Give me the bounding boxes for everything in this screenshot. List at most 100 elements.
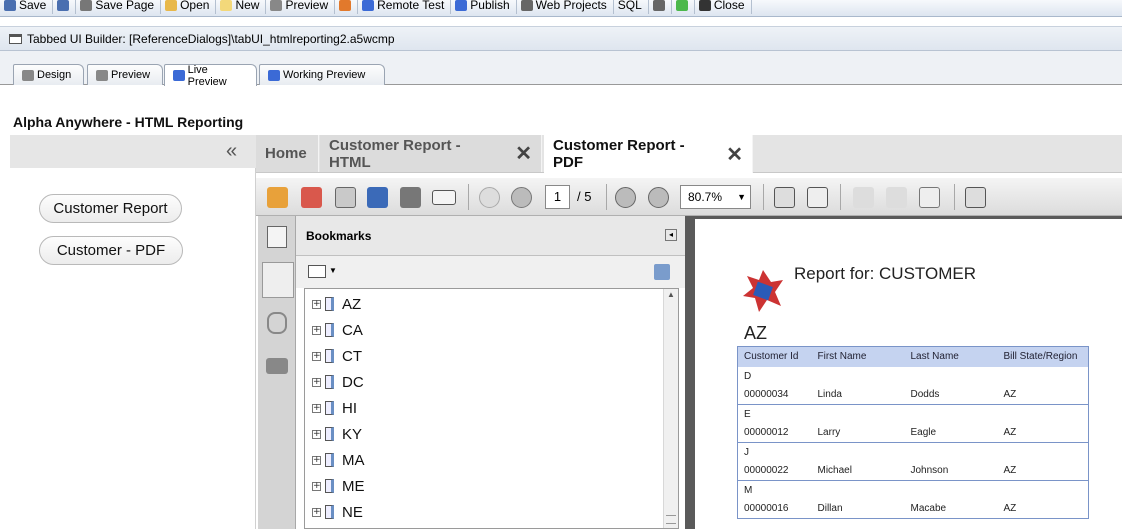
- bookmark-item[interactable]: + DC: [312, 370, 364, 394]
- bookmark-item[interactable]: + MA: [312, 448, 365, 472]
- previous-page-icon[interactable]: [479, 187, 500, 208]
- bookmark-icon: [325, 375, 334, 389]
- table-cell: Dodds: [904, 385, 998, 405]
- toolbar-item[interactable]: Open: [161, 0, 217, 14]
- group-letter: D: [744, 370, 752, 382]
- email-icon[interactable]: [432, 190, 456, 205]
- table-cell: Macabe: [904, 499, 998, 519]
- bookmark-icon: [325, 453, 334, 467]
- sign-icon[interactable]: [335, 187, 356, 208]
- tab-label: Customer Report - HTML: [329, 136, 461, 171]
- scroll-up-icon[interactable]: ▲: [667, 290, 675, 299]
- comment-icon[interactable]: [853, 187, 874, 208]
- customer-report-button[interactable]: Customer Report: [39, 194, 182, 223]
- tab-label: Customer Report - PDF: [553, 137, 685, 171]
- collapse-panel-button[interactable]: «: [226, 140, 237, 163]
- toolbar-item[interactable]: New: [216, 0, 267, 14]
- table-cell: Johnson: [904, 461, 998, 481]
- bookmark-item[interactable]: + NE: [312, 500, 363, 524]
- bookmark-item[interactable]: + AZ: [312, 292, 361, 316]
- toolbar-item[interactable]: Remote Test: [358, 0, 452, 14]
- attach-icon[interactable]: [886, 187, 907, 208]
- expand-icon[interactable]: +: [312, 325, 321, 335]
- toolbar-item[interactable]: Web Projects: [517, 0, 614, 14]
- tab-home[interactable]: Home: [256, 135, 319, 172]
- print-icon[interactable]: [400, 187, 421, 208]
- expand-icon[interactable]: +: [312, 377, 321, 387]
- bookmark-label: CA: [342, 321, 363, 339]
- toolbar-item-label: Open: [180, 0, 210, 12]
- table-cell: 00000016: [737, 499, 812, 519]
- tab-design[interactable]: Design: [13, 64, 84, 85]
- toolbar-item[interactable]: Save Page: [76, 0, 162, 14]
- page-total: / 5: [577, 189, 592, 204]
- bookmark-item[interactable]: + CT: [312, 344, 362, 368]
- group-row: D: [738, 367, 1089, 386]
- pages-icon[interactable]: [267, 226, 287, 248]
- time-icon[interactable]: [919, 187, 940, 208]
- scroll-grip-icon[interactable]: [666, 515, 676, 524]
- expand-icon[interactable]: +: [312, 429, 321, 439]
- zoom-in-icon[interactable]: [648, 187, 669, 208]
- table-body: D 00000034 Linda Dodds AZ E 00000012 Larry Eagle…: [737, 367, 1089, 519]
- bookmark-item[interactable]: + CA: [312, 318, 363, 342]
- expand-icon[interactable]: +: [312, 455, 321, 465]
- close-tab-icon[interactable]: ✕: [726, 142, 743, 167]
- tab-customer-report-pdf[interactable]: Customer Report - PDF ✕: [544, 135, 753, 173]
- bookmark-label: DC: [342, 373, 364, 391]
- next-page-icon[interactable]: [511, 187, 532, 208]
- toolbar-item[interactable]: [53, 0, 77, 14]
- page-number-input[interactable]: 1: [545, 185, 570, 209]
- expand-icon[interactable]: +: [312, 351, 321, 361]
- font-icon: [652, 0, 665, 11]
- expand-icon[interactable]: +: [312, 299, 321, 309]
- toolbar-item[interactable]: Close: [695, 0, 752, 14]
- toolbar-item[interactable]: Preview: [266, 0, 336, 14]
- bookmark-item[interactable]: + KY: [312, 422, 362, 446]
- bookmark-icon: [325, 401, 334, 415]
- tab-live-preview[interactable]: Live Preview: [164, 64, 257, 88]
- tab-working-preview[interactable]: Working Preview: [259, 64, 385, 85]
- bookmark-item[interactable]: + ME: [312, 474, 365, 498]
- bookmark-label: AZ: [342, 295, 362, 313]
- toolbar-item[interactable]: [335, 0, 359, 14]
- table-cell: 00000034: [737, 385, 812, 405]
- export-pdf-icon[interactable]: [301, 187, 322, 208]
- full-screen-icon[interactable]: [965, 187, 986, 208]
- customer-table: Customer Id First Name Last Name Bill St…: [737, 346, 1089, 519]
- paperclip-icon[interactable]: [267, 312, 287, 334]
- customer-pdf-button[interactable]: Customer - PDF: [39, 236, 183, 265]
- expand-icon[interactable]: +: [312, 481, 321, 491]
- fit-width-icon[interactable]: [807, 187, 828, 208]
- save-icon[interactable]: [367, 187, 388, 208]
- create-pdf-icon[interactable]: [267, 187, 288, 208]
- column-header: Last Name: [904, 346, 998, 367]
- collapse-left-icon[interactable]: ◂: [665, 229, 677, 241]
- toolbar-item-label: Save Page: [95, 0, 155, 12]
- bookmark-icon: [325, 323, 334, 337]
- zoom-select[interactable]: 80.7% ▼: [680, 185, 751, 209]
- tab-customer-report-html[interactable]: Customer Report - HTML ✕: [320, 135, 542, 172]
- fit-page-icon[interactable]: [774, 187, 795, 208]
- close-tab-icon[interactable]: ✕: [515, 141, 532, 166]
- table-cell: Dillan: [811, 499, 905, 519]
- toolbar-item[interactable]: [649, 0, 672, 14]
- toolbar-item[interactable]: Publish: [451, 0, 517, 14]
- column-header: Bill State/Region: [997, 346, 1089, 367]
- tab-preview[interactable]: Preview: [87, 64, 163, 85]
- bookmark-scrollbar[interactable]: ▲: [663, 289, 678, 528]
- options-menu-icon[interactable]: [308, 265, 326, 278]
- binoculars-icon[interactable]: [266, 358, 288, 374]
- zoom-out-icon[interactable]: [615, 187, 636, 208]
- bookmarks-panel-icon[interactable]: [262, 262, 294, 298]
- table-cell: Larry: [811, 423, 905, 443]
- toolbar-item[interactable]: [672, 0, 695, 14]
- expand-bookmark-icon[interactable]: [654, 264, 670, 280]
- expand-icon[interactable]: +: [312, 507, 321, 517]
- toolbar-item[interactable]: Save: [0, 0, 54, 14]
- toolbar-item[interactable]: SQL: [614, 0, 649, 14]
- group-letter: M: [744, 484, 753, 496]
- bookmark-item[interactable]: + HI: [312, 396, 357, 420]
- new-file-icon: [220, 0, 233, 11]
- expand-icon[interactable]: +: [312, 403, 321, 413]
